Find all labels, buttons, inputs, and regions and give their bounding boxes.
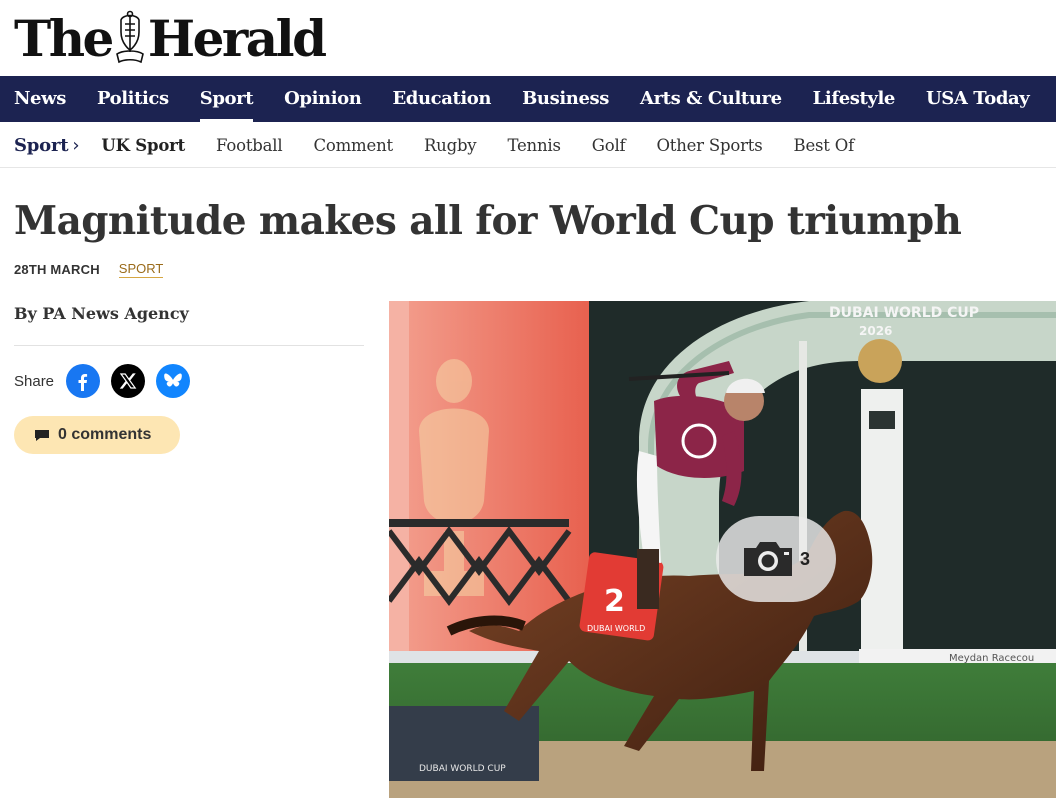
subnav-item-best-of[interactable]: Best Of (794, 136, 855, 155)
article-byline: By PA News Agency (14, 304, 189, 323)
bluesky-share-button[interactable] (156, 364, 191, 398)
share-bar: Share (14, 364, 201, 398)
crest-icon (113, 10, 147, 66)
svg-text:2026: 2026 (859, 324, 892, 338)
nav-item-arts-culture[interactable]: Arts & Culture (640, 76, 782, 122)
x-icon (119, 373, 137, 389)
svg-text:2: 2 (604, 584, 625, 619)
share-label: Share (14, 372, 55, 390)
facebook-share-button[interactable] (66, 364, 101, 398)
subnav-item-rugby[interactable]: Rugby (424, 136, 477, 155)
subnav-item-uk-sport[interactable]: UK Sport (101, 136, 185, 155)
bluesky-icon (164, 373, 182, 387)
logo-text-the: The (14, 8, 114, 68)
svg-text:DUBAI WORLD CUP: DUBAI WORLD CUP (419, 764, 506, 774)
nav-item-news[interactable]: News (14, 76, 66, 122)
nav-item-sport[interactable]: Sport (199, 76, 254, 122)
gallery-count: 3 (799, 548, 810, 569)
masthead: The Herald (0, 0, 1056, 76)
chevron-right-icon: › (72, 134, 80, 156)
divider (14, 345, 364, 346)
subnav-item-tennis[interactable]: Tennis (507, 136, 560, 155)
comment-icon (35, 430, 49, 441)
nav-item-business[interactable]: Business (522, 76, 609, 122)
svg-text:DUBAI WORLD: DUBAI WORLD (587, 624, 645, 633)
main-nav: News Politics Sport Opinion Education Busines… (0, 76, 1056, 122)
article-headline: Magnitude makes all for World Cup triump… (14, 198, 962, 244)
gallery-button[interactable]: 3 (716, 516, 836, 602)
site-logo[interactable]: The Herald (14, 8, 327, 68)
hero-photo[interactable]: DUBAI WORLD CUP 2026 Meydan Racecou DUBA… (389, 301, 1056, 798)
nav-item-usa-today[interactable]: USA Today (926, 76, 1030, 122)
sub-nav: Sport › UK Sport Football Comment Rugby Tenn… (0, 122, 1056, 168)
article-date: 28TH MARCH (14, 262, 100, 277)
nav-item-politics[interactable]: Politics (97, 76, 169, 122)
x-share-button[interactable] (111, 364, 146, 398)
nav-item-education[interactable]: Education (392, 76, 491, 122)
article-tag-link[interactable]: SPORT (118, 261, 164, 278)
subnav-section-sport[interactable]: Sport › (14, 134, 80, 156)
subnav-item-other-sports[interactable]: Other Sports (656, 136, 762, 155)
facebook-icon (78, 374, 88, 391)
article-meta: 28TH MARCH SPORT (14, 261, 164, 278)
camera-icon (743, 542, 792, 576)
svg-text:DUBAI WORLD CUP: DUBAI WORLD CUP (829, 305, 979, 321)
logo-text-herald: Herald (147, 8, 327, 68)
comments-count-label: 0 comments (58, 426, 152, 443)
comments-button[interactable]: 0 comments (14, 416, 180, 454)
nav-item-opinion[interactable]: Opinion (284, 76, 362, 122)
svg-text:Meydan Racecou: Meydan Racecou (949, 653, 1034, 664)
nav-item-lifestyle[interactable]: Lifestyle (813, 76, 896, 122)
subnav-item-golf[interactable]: Golf (592, 136, 626, 155)
subnav-item-football[interactable]: Football (216, 136, 283, 155)
subnav-item-comment[interactable]: Comment (313, 136, 393, 155)
subnav-section-label: Sport (14, 134, 69, 156)
